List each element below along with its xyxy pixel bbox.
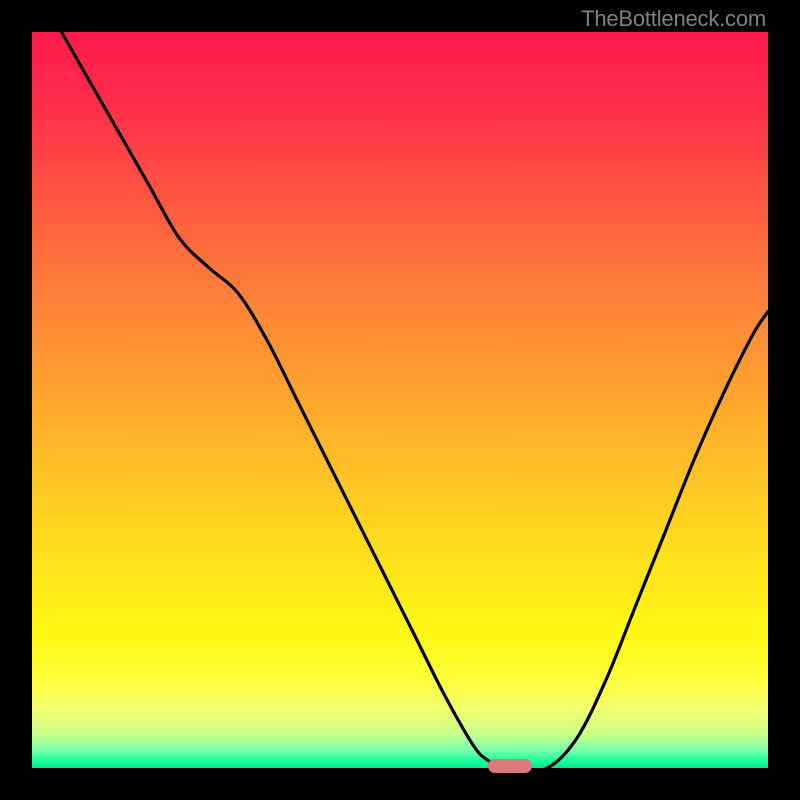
watermark-text: TheBottleneck.com (581, 6, 766, 32)
chart-container: TheBottleneck.com (0, 0, 800, 800)
bottleneck-curve (32, 32, 768, 768)
optimal-marker (488, 759, 532, 773)
plot-area (32, 32, 768, 768)
